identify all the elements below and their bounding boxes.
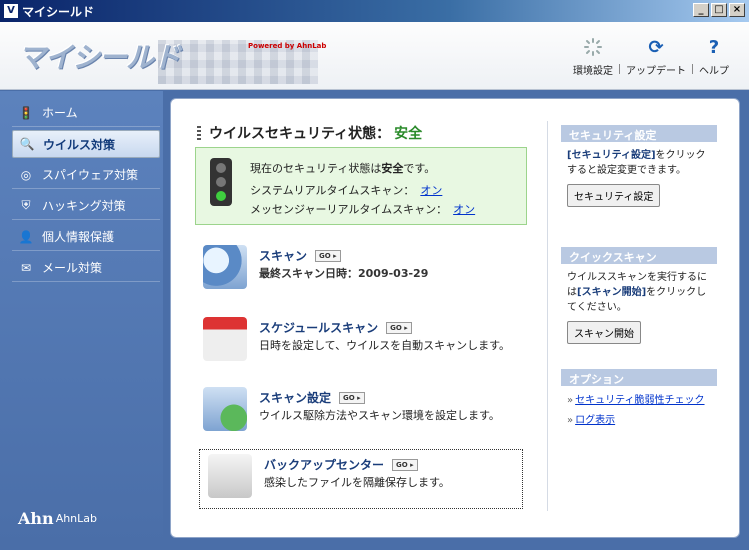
log-view-link[interactable]: ログ表示 <box>561 406 717 426</box>
sidebar-item-label: 個人情報保護 <box>42 230 115 244</box>
traffic-light-icon <box>210 158 232 206</box>
monitor-magnifier-icon <box>203 245 247 289</box>
quick-scan-text-hl: [スキャン開始] <box>577 287 647 298</box>
close-button[interactable]: × <box>729 3 745 17</box>
minimize-button[interactable]: _ <box>693 3 709 17</box>
options-box: オプション セキュリティ脆弱性チェック ログ表示 <box>561 369 717 426</box>
window-title: マイシールド <box>22 4 95 19</box>
security-settings-text-hl: [セキュリティ設定] <box>567 150 656 161</box>
feature-title: スキャン設定 GO ▸ <box>259 389 365 406</box>
help-tool-label: ヘルプ <box>699 66 729 77</box>
update-tool[interactable]: ⟳ アップデート <box>620 36 692 78</box>
feature-schedule-scan[interactable]: スケジュールスキャン GO ▸ 日時を設定して、ウイルスを自動スキャンします。 <box>195 313 525 375</box>
status-summary-state: 安全 <box>381 162 404 175</box>
feature-title-text: バックアップセンター <box>264 458 385 472</box>
options-head: オプション <box>561 369 717 386</box>
go-button[interactable]: GO ▸ <box>386 321 412 334</box>
messenger-scan-label: メッセンジャーリアルタイムスキャン： <box>250 203 448 216</box>
go-button[interactable]: GO ▸ <box>392 458 418 471</box>
feature-desc: 感染したファイルを隔離保存します。 <box>264 476 450 489</box>
help-tool[interactable]: ? ヘルプ <box>693 36 735 78</box>
security-status-box: 現在のセキュリティ状態は安全です。 システムリアルタイムスキャン： オン メッセン… <box>195 147 527 225</box>
app-icon: V <box>4 4 18 18</box>
settings-tool-label: 環境設定 <box>573 66 613 77</box>
feature-scan-settings[interactable]: スキャン設定 GO ▸ ウイルス駆除方法やスキャン環境を設定します。 <box>195 383 525 445</box>
feature-title: スケジュールスキャン GO ▸ <box>259 319 412 336</box>
feature-title: バックアップセンター GO ▸ <box>264 456 418 473</box>
status-summary-prefix: 現在のセキュリティ状態は <box>250 162 382 175</box>
sidebar-item-virus[interactable]: 🔍 ウイルス対策 <box>12 130 160 158</box>
messenger-scan-row: メッセンジャーリアルタイムスキャン： オン <box>250 201 475 217</box>
quick-scan-text: ウイルススキャンを実行するには[スキャン開始]をクリックしてください。 <box>561 264 717 315</box>
feature-title: スキャン GO ▸ <box>259 247 341 264</box>
realtime-scan-toggle[interactable]: オン <box>420 184 442 197</box>
ahnlab-brand-label: AhnLab <box>55 512 98 525</box>
target-icon: ◎ <box>20 167 32 182</box>
messenger-scan-toggle[interactable]: オン <box>453 203 475 216</box>
status-heading-state: 安全 <box>394 126 423 142</box>
security-settings-text: [セキュリティ設定]をクリックすると設定変更できます。 <box>561 142 717 178</box>
sidebar-item-label: メール対策 <box>42 261 103 275</box>
title-bar: V マイシールド _ □ × <box>0 0 749 22</box>
sidebar-item-privacy[interactable]: 👤 個人情報保護 <box>12 223 160 251</box>
feature-desc: 日時を設定して、ウイルスを自動スキャンします。 <box>259 339 511 352</box>
start-scan-button[interactable]: スキャン開始 <box>567 321 641 344</box>
ahnlab-mark-icon: Ahn <box>18 509 54 528</box>
status-heading: ウイルスセキュリティ状態： 安全 <box>197 123 422 143</box>
backup-box-icon <box>208 454 252 498</box>
quick-scan-box: クイックスキャン ウイルススキャンを実行するには[スキャン開始]をクリックしてく… <box>561 247 717 344</box>
refresh-icon: ⟳ <box>648 36 664 58</box>
sidebar-item-mail[interactable]: ✉ メール対策 <box>12 254 160 282</box>
sidebar-item-label: スパイウェア対策 <box>42 168 139 182</box>
go-button[interactable]: GO ▸ <box>315 249 341 262</box>
feature-title-text: スキャン <box>259 249 308 263</box>
monitor-gear-icon <box>203 387 247 431</box>
feature-backup-center[interactable]: バックアップセンター GO ▸ 感染したファイルを隔離保存します。 <box>199 449 523 509</box>
help-icon: ? <box>708 36 720 58</box>
feature-title-text: スキャン設定 <box>259 391 332 405</box>
gear-spinner-icon <box>582 36 604 58</box>
security-settings-button[interactable]: セキュリティ設定 <box>567 184 661 207</box>
feature-desc: ウイルス駆除方法やスキャン環境を設定します。 <box>259 409 500 422</box>
sidebar-item-spyware[interactable]: ◎ スパイウェア対策 <box>12 161 160 189</box>
realtime-scan-label: システムリアルタイムスキャン： <box>250 184 415 197</box>
maximize-button[interactable]: □ <box>711 3 727 17</box>
go-button[interactable]: GO ▸ <box>339 391 365 404</box>
mail-icon: ✉ <box>20 260 32 275</box>
sidebar-item-home[interactable]: 🚦 ホーム <box>12 99 160 127</box>
sidebar-item-hacking[interactable]: ⛨ ハッキング対策 <box>12 192 160 220</box>
column-divider <box>547 121 548 511</box>
main-panel: ウイルスセキュリティ状態： 安全 現在のセキュリティ状態は安全です。 システムリ… <box>170 98 740 538</box>
traffic-light-icon: 🚦 <box>18 105 34 120</box>
header-tools: 環境設定 ⟳ アップデート ? ヘルプ <box>567 36 735 78</box>
update-tool-label: アップデート <box>626 66 686 77</box>
quick-scan-head: クイックスキャン <box>561 247 717 264</box>
security-settings-box: セキュリティ設定 [セキュリティ設定]をクリックすると設定変更できます。 セキュ… <box>561 125 717 207</box>
app-header: マイシールド Powered by AhnLab 環境設定 ⟳ アップデート ?… <box>0 22 749 90</box>
sidebar: 🚦 ホーム 🔍 ウイルス対策 ◎ スパイウェア対策 ⛨ ハッキング対策 👤 個人… <box>0 91 163 550</box>
sidebar-item-label: ハッキング対策 <box>42 199 126 213</box>
status-summary: 現在のセキュリティ状態は安全です。 <box>250 160 435 176</box>
sidebar-item-label: ウイルス対策 <box>43 137 116 152</box>
security-settings-head: セキュリティ設定 <box>561 125 717 142</box>
app-logo: マイシールド <box>18 41 181 74</box>
feature-desc: 最終スキャン日時：2009-03-29 <box>259 267 429 280</box>
status-heading-text: ウイルスセキュリティ状態： <box>209 126 391 142</box>
realtime-scan-row: システムリアルタイムスキャン： オン <box>250 182 442 198</box>
calendar-clock-icon <box>203 317 247 361</box>
sidebar-item-label: ホーム <box>42 106 78 120</box>
feature-scan[interactable]: スキャン GO ▸ 最終スキャン日時：2009-03-29 <box>195 241 525 303</box>
vulnerability-check-link[interactable]: セキュリティ脆弱性チェック <box>561 386 717 406</box>
settings-tool[interactable]: 環境設定 <box>567 36 619 77</box>
person-icon: 👤 <box>18 229 34 244</box>
heading-bars-icon <box>197 126 201 140</box>
window-controls: _ □ × <box>693 3 745 17</box>
powered-by-label: Powered by AhnLab <box>248 42 327 50</box>
status-summary-suffix: です。 <box>403 162 436 175</box>
ahnlab-brand: Ahn AhnLab <box>18 509 97 528</box>
shield-icon: ⛨ <box>21 198 31 212</box>
magnifier-icon: 🔍 <box>19 137 35 151</box>
feature-title-text: スケジュールスキャン <box>259 321 379 335</box>
